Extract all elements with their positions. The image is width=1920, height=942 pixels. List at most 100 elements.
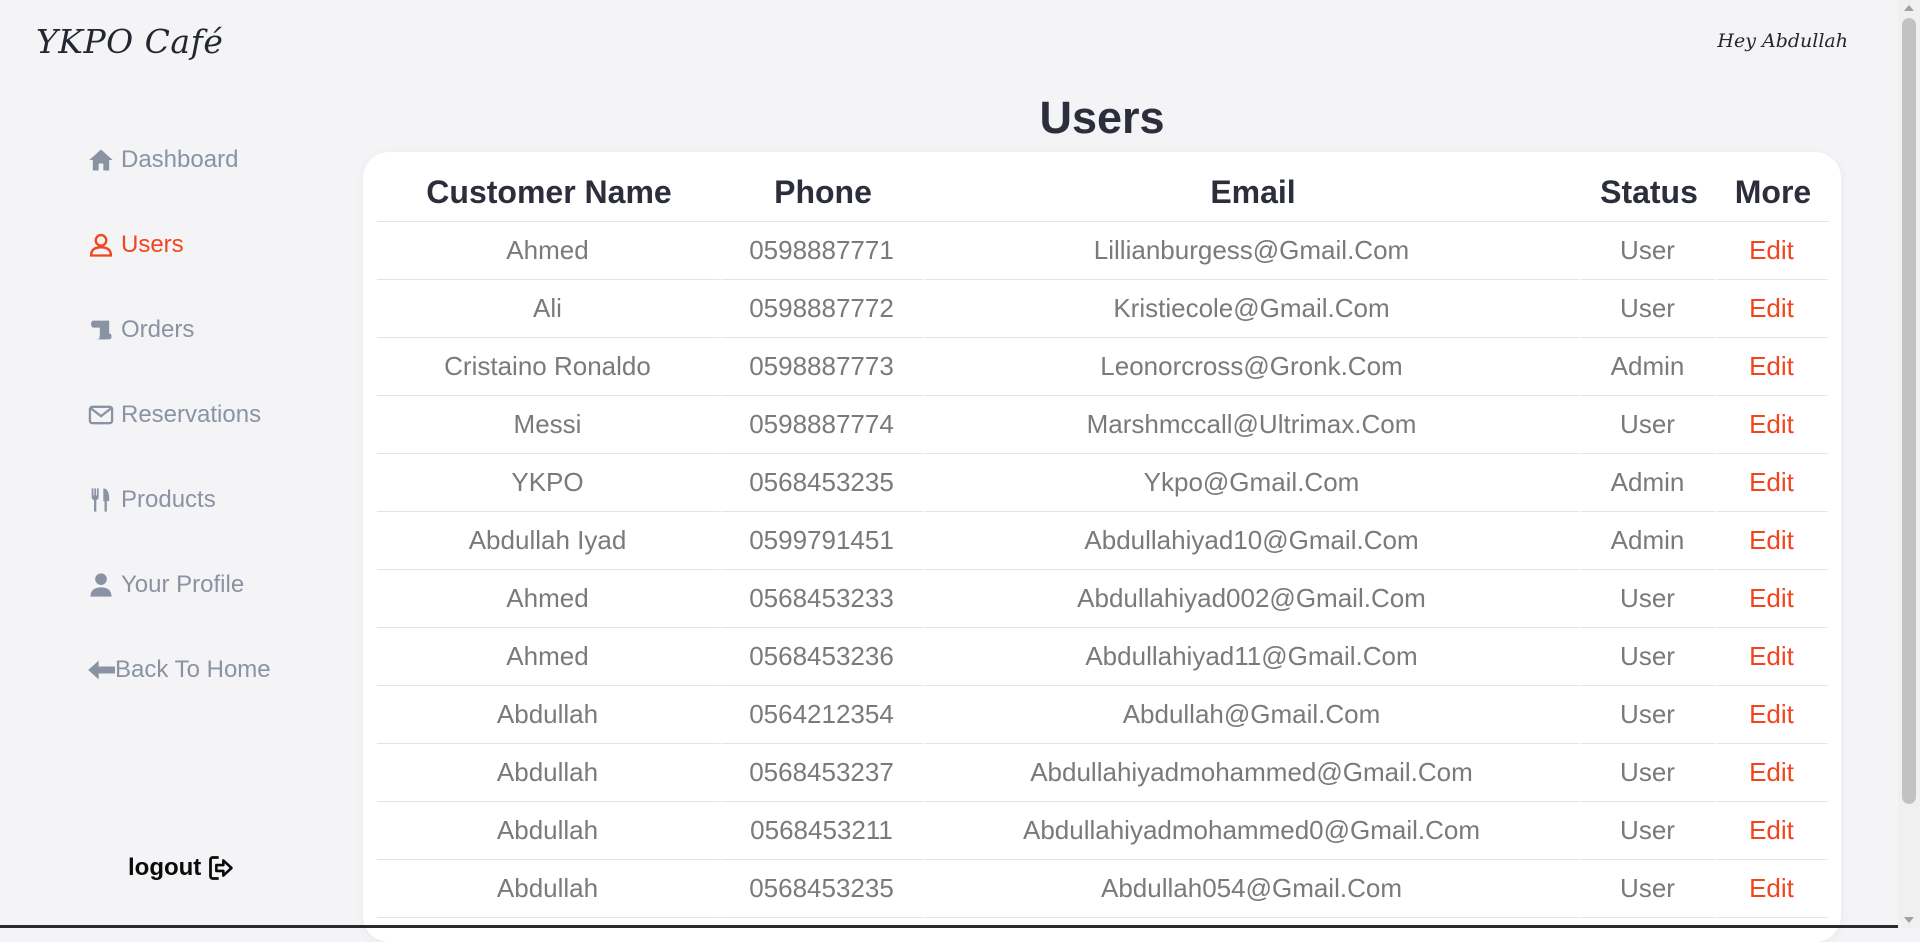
header-phone: Phone [721,164,925,222]
cell-customer-name: Ali [377,280,721,338]
sidebar-item-your-profile[interactable]: Your Profile [87,571,244,599]
page-title: Users [362,92,1842,144]
cell-email: Marshmccall@Ultrimax.Com [925,396,1581,454]
cell-email: Abdullahiyadmohammed@Gmail.Com [925,744,1581,802]
cell-phone: 0568453211 [721,802,925,860]
scroll-up-arrow-icon[interactable] [1904,5,1914,11]
sidebar-item-back-to-home[interactable]: Back To Home [87,656,271,684]
envelope-icon [87,401,115,429]
sidebar-item-dashboard[interactable]: Dashboard [87,146,238,174]
cell-customer-name: Ahmed [377,570,721,628]
users-table: Customer Name Phone Email Status More Ah… [377,164,1829,918]
cell-phone: 0564212354 [721,686,925,744]
sidebar-item-label: Your Profile [121,571,244,599]
cell-customer-name: Abdullah Iyad [377,512,721,570]
cell-phone: 0568453237 [721,744,925,802]
cell-phone: 0568453235 [721,860,925,918]
sidebar-item-label: Orders [121,316,194,344]
table-row: Ali0598887772Kristiecole@Gmail.ComUserEd… [377,280,1829,338]
table-row: Messi0598887774Marshmccall@Ultrimax.ComU… [377,396,1829,454]
edit-link[interactable]: Edit [1717,512,1829,570]
cell-customer-name: Abdullah [377,744,721,802]
cell-phone: 0568453235 [721,454,925,512]
cell-phone: 0598887773 [721,338,925,396]
table-header-row: Customer Name Phone Email Status More [377,164,1829,222]
cell-phone: 0599791451 [721,512,925,570]
cell-status: User [1581,802,1717,860]
cell-status: User [1581,860,1717,918]
cell-email: Abdullahiyadmohammed0@Gmail.Com [925,802,1581,860]
cell-phone: 0598887772 [721,280,925,338]
cell-customer-name: Abdullah [377,802,721,860]
scroll-thumb[interactable] [1902,18,1916,804]
table-row: Abdullah0568453237Abdullahiyadmohammed@G… [377,744,1829,802]
cell-status: Admin [1581,338,1717,396]
edit-link[interactable]: Edit [1717,338,1829,396]
vertical-scrollbar[interactable] [1898,0,1920,928]
edit-link[interactable]: Edit [1717,860,1829,918]
utensils-icon [87,486,115,514]
cell-status: Admin [1581,512,1717,570]
edit-link[interactable]: Edit [1717,222,1829,280]
user-icon [87,571,115,599]
cell-status: User [1581,686,1717,744]
table-row: YKPO0568453235Ykpo@Gmail.ComAdminEdit [377,454,1829,512]
cell-customer-name: Ahmed [377,628,721,686]
cell-email: Lillianburgess@Gmail.Com [925,222,1581,280]
sidebar-item-users[interactable]: Users [87,231,184,259]
cell-status: User [1581,570,1717,628]
cell-email: Abdullahiyad10@Gmail.Com [925,512,1581,570]
sign-out-icon [207,854,235,882]
header-status: Status [1581,164,1717,222]
cell-status: User [1581,396,1717,454]
edit-link[interactable]: Edit [1717,744,1829,802]
cell-phone: 0598887774 [721,396,925,454]
top-bar: YKPO Café Hey Abdullah [0,0,1898,84]
header-customer-name: Customer Name [377,164,721,222]
cell-customer-name: Abdullah [377,860,721,918]
user-greeting: Hey Abdullah [1717,30,1848,52]
table-body: Ahmed0598887771Lillianburgess@Gmail.ComU… [377,222,1829,918]
sidebar-item-label: Back To Home [115,656,271,684]
edit-link[interactable]: Edit [1717,628,1829,686]
cell-email: Abdullahiyad11@Gmail.Com [925,628,1581,686]
scroll-icon [87,316,115,344]
cell-customer-name: Messi [377,396,721,454]
cell-phone: 0568453236 [721,628,925,686]
users-table-card: Customer Name Phone Email Status More Ah… [363,152,1841,942]
table-row: Abdullah0568453235Abdullah054@Gmail.ComU… [377,860,1829,918]
cell-email: Kristiecole@Gmail.Com [925,280,1581,338]
edit-link[interactable]: Edit [1717,570,1829,628]
edit-link[interactable]: Edit [1717,454,1829,512]
header-email: Email [925,164,1581,222]
table-row: Ahmed0568453236Abdullahiyad11@Gmail.ComU… [377,628,1829,686]
sidebar-item-reservations[interactable]: Reservations [87,401,261,429]
cell-status: User [1581,744,1717,802]
table-row: Ahmed0568453233Abdullahiyad002@Gmail.Com… [377,570,1829,628]
sidebar-item-label: Reservations [121,401,261,429]
edit-link[interactable]: Edit [1717,280,1829,338]
logout-button[interactable]: logout [128,854,235,882]
cell-status: User [1581,628,1717,686]
user-outline-icon [87,231,115,259]
cell-email: Abdullahiyad002@Gmail.Com [925,570,1581,628]
brand-logo[interactable]: YKPO Café [36,22,223,61]
sidebar-item-label: Dashboard [121,146,238,174]
edit-link[interactable]: Edit [1717,686,1829,744]
cell-status: User [1581,222,1717,280]
cell-email: Leonorcross@Gronk.Com [925,338,1581,396]
cell-status: Admin [1581,454,1717,512]
cell-customer-name: Abdullah [377,686,721,744]
sidebar-item-label: Products [121,486,216,514]
cell-email: Abdullah054@Gmail.Com [925,860,1581,918]
cell-email: Abdullah@Gmail.Com [925,686,1581,744]
table-row: Abdullah0564212354Abdullah@Gmail.ComUser… [377,686,1829,744]
cell-phone: 0568453233 [721,570,925,628]
edit-link[interactable]: Edit [1717,802,1829,860]
table-row: Cristaino Ronaldo0598887773Leonorcross@G… [377,338,1829,396]
table-row: Ahmed0598887771Lillianburgess@Gmail.ComU… [377,222,1829,280]
scroll-down-arrow-icon[interactable] [1904,917,1914,923]
sidebar-item-products[interactable]: Products [87,486,216,514]
edit-link[interactable]: Edit [1717,396,1829,454]
sidebar-item-orders[interactable]: Orders [87,316,194,344]
